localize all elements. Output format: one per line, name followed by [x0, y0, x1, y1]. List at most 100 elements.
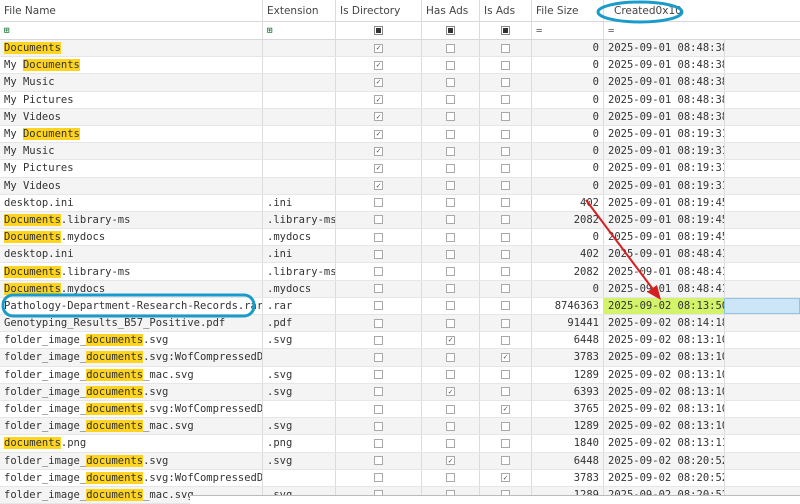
table-row[interactable]: folder_image_documents.svg:WofCompressed… [0, 469, 800, 487]
checkbox[interactable] [446, 198, 455, 208]
filter-is-ads[interactable] [480, 22, 532, 39]
checkbox[interactable] [446, 473, 455, 483]
checkbox[interactable] [446, 404, 455, 414]
table-row[interactable]: Documents ✓ 0 2025-09-01 08:48:38 [0, 40, 800, 58]
checkbox[interactable]: ✓ [374, 60, 383, 70]
checkbox[interactable]: ✓ [374, 129, 383, 139]
checkbox[interactable] [374, 438, 383, 448]
checkbox[interactable] [501, 284, 510, 294]
table-row[interactable]: My Pictures ✓ 0 2025-09-01 08:19:31 [0, 160, 800, 178]
column-header-is-directory[interactable]: Is Directory [336, 0, 422, 21]
checkbox[interactable] [501, 129, 510, 139]
checkbox[interactable]: ✓ [501, 473, 510, 483]
checkbox[interactable] [374, 284, 383, 294]
checkbox[interactable] [446, 77, 455, 87]
checkbox[interactable] [446, 43, 455, 53]
filter-is-directory[interactable] [336, 22, 422, 39]
filter-checkbox[interactable] [446, 26, 455, 35]
checkbox[interactable] [446, 301, 455, 311]
table-row[interactable]: folder_image_documents_mac.svg .svg 1289 20… [0, 418, 800, 436]
checkbox[interactable]: ✓ [501, 352, 510, 362]
checkbox[interactable] [501, 232, 510, 242]
checkbox[interactable] [446, 370, 455, 380]
checkbox[interactable] [374, 301, 383, 311]
checkbox[interactable] [446, 129, 455, 139]
table-row-selected[interactable]: Pathology-Department-Research-Records.ra… [0, 297, 800, 315]
checkbox[interactable]: ✓ [446, 335, 455, 345]
checkbox[interactable] [501, 421, 510, 431]
table-row[interactable]: desktop.ini .ini 402 2025-09-01 08:19:45 [0, 194, 800, 212]
checkbox[interactable] [374, 215, 383, 225]
checkbox[interactable] [501, 438, 510, 448]
checkbox[interactable]: ✓ [446, 456, 455, 466]
checkbox[interactable] [501, 146, 510, 156]
checkbox[interactable] [501, 335, 510, 345]
filter-checkbox[interactable] [374, 26, 383, 35]
checkbox[interactable] [374, 249, 383, 259]
checkbox[interactable]: ✓ [374, 163, 383, 173]
checkbox[interactable] [446, 112, 455, 122]
table-row[interactable]: Documents.library-ms .library-ms 2082 2025-… [0, 211, 800, 230]
checkbox[interactable]: ✓ [501, 404, 510, 414]
checkbox[interactable] [374, 335, 383, 345]
table-row[interactable]: folder_image_documents.svg .svg ✓ 6393 2025-… [0, 383, 800, 401]
checkbox[interactable] [374, 318, 383, 328]
checkbox[interactable]: ✓ [374, 43, 383, 53]
table-row[interactable]: My Documents ✓ 0 2025-09-01 08:48:38 [0, 57, 800, 75]
filter-created[interactable]: = [604, 22, 800, 39]
table-row[interactable]: My Videos ✓ 0 2025-09-01 08:19:31 [0, 177, 800, 195]
table-row[interactable]: folder_image_documents_mac.svg .svg 1289 20… [0, 366, 800, 384]
table-row[interactable]: Documents.mydocs .mydocs 0 2025-09-01 08:19… [0, 229, 800, 247]
table-row[interactable]: folder_image_documents.svg .svg ✓ 6448 2025-… [0, 332, 800, 350]
checkbox[interactable] [446, 146, 455, 156]
table-row[interactable]: My Videos ✓ 0 2025-09-01 08:48:38 [0, 108, 800, 126]
checkbox[interactable] [446, 60, 455, 70]
column-header-is-ads[interactable]: Is Ads [480, 0, 532, 21]
checkbox[interactable] [374, 421, 383, 431]
checkbox[interactable] [446, 318, 455, 328]
table-row[interactable]: folder_image_documents.svg .svg ✓ 6448 2025-… [0, 452, 800, 470]
checkbox[interactable]: ✓ [374, 181, 383, 191]
filter-extension[interactable]: ⊞ [263, 22, 336, 39]
checkbox[interactable] [501, 215, 510, 225]
table-row[interactable]: folder_image_documents.svg:WofCompressed… [0, 400, 800, 419]
checkbox[interactable]: ✓ [374, 146, 383, 156]
column-header-extension[interactable]: Extension [263, 0, 336, 21]
checkbox[interactable] [446, 163, 455, 173]
checkbox[interactable] [446, 95, 455, 105]
column-header-created[interactable]: Created0x10 [604, 0, 800, 21]
column-header-file-size[interactable]: File Size [532, 0, 604, 21]
checkbox[interactable] [374, 267, 383, 277]
checkbox[interactable] [446, 249, 455, 259]
checkbox[interactable]: ✓ [374, 77, 383, 87]
checkbox[interactable] [501, 318, 510, 328]
equals-operator[interactable]: = [536, 25, 542, 37]
checkbox[interactable]: ✓ [374, 95, 383, 105]
checkbox[interactable] [501, 301, 510, 311]
checkbox[interactable] [501, 267, 510, 277]
checkbox[interactable] [501, 112, 510, 122]
excel-filter-icon[interactable]: ⊞ [267, 26, 272, 36]
filter-checkbox[interactable] [501, 26, 510, 35]
column-header-has-ads[interactable]: Has Ads [422, 0, 480, 21]
equals-operator[interactable]: = [608, 25, 614, 37]
checkbox[interactable] [374, 352, 383, 362]
table-row[interactable]: folder_image_documents.svg:WofCompressed… [0, 349, 800, 367]
checkbox[interactable] [446, 284, 455, 294]
table-row[interactable]: My Documents ✓ 0 2025-09-01 08:19:31 [0, 125, 800, 144]
filter-file-name[interactable]: ⊞ [0, 22, 263, 39]
checkbox[interactable] [446, 215, 455, 225]
checkbox[interactable] [501, 387, 510, 397]
checkbox[interactable]: ✓ [374, 112, 383, 122]
table-row[interactable]: Genotyping_Results_B57_Positive.pdf .pdf 9… [0, 315, 800, 333]
checkbox[interactable] [446, 267, 455, 277]
checkbox[interactable] [374, 404, 383, 414]
checkbox[interactable] [374, 456, 383, 466]
checkbox[interactable] [501, 60, 510, 70]
checkbox[interactable] [446, 438, 455, 448]
checkbox[interactable]: ✓ [446, 387, 455, 397]
filter-file-size[interactable]: = [532, 22, 604, 39]
table-row[interactable]: Documents.library-ms .library-ms 2082 2025-… [0, 263, 800, 281]
table-row[interactable]: My Music ✓ 0 2025-09-01 08:19:31 [0, 143, 800, 161]
checkbox[interactable] [374, 473, 383, 483]
